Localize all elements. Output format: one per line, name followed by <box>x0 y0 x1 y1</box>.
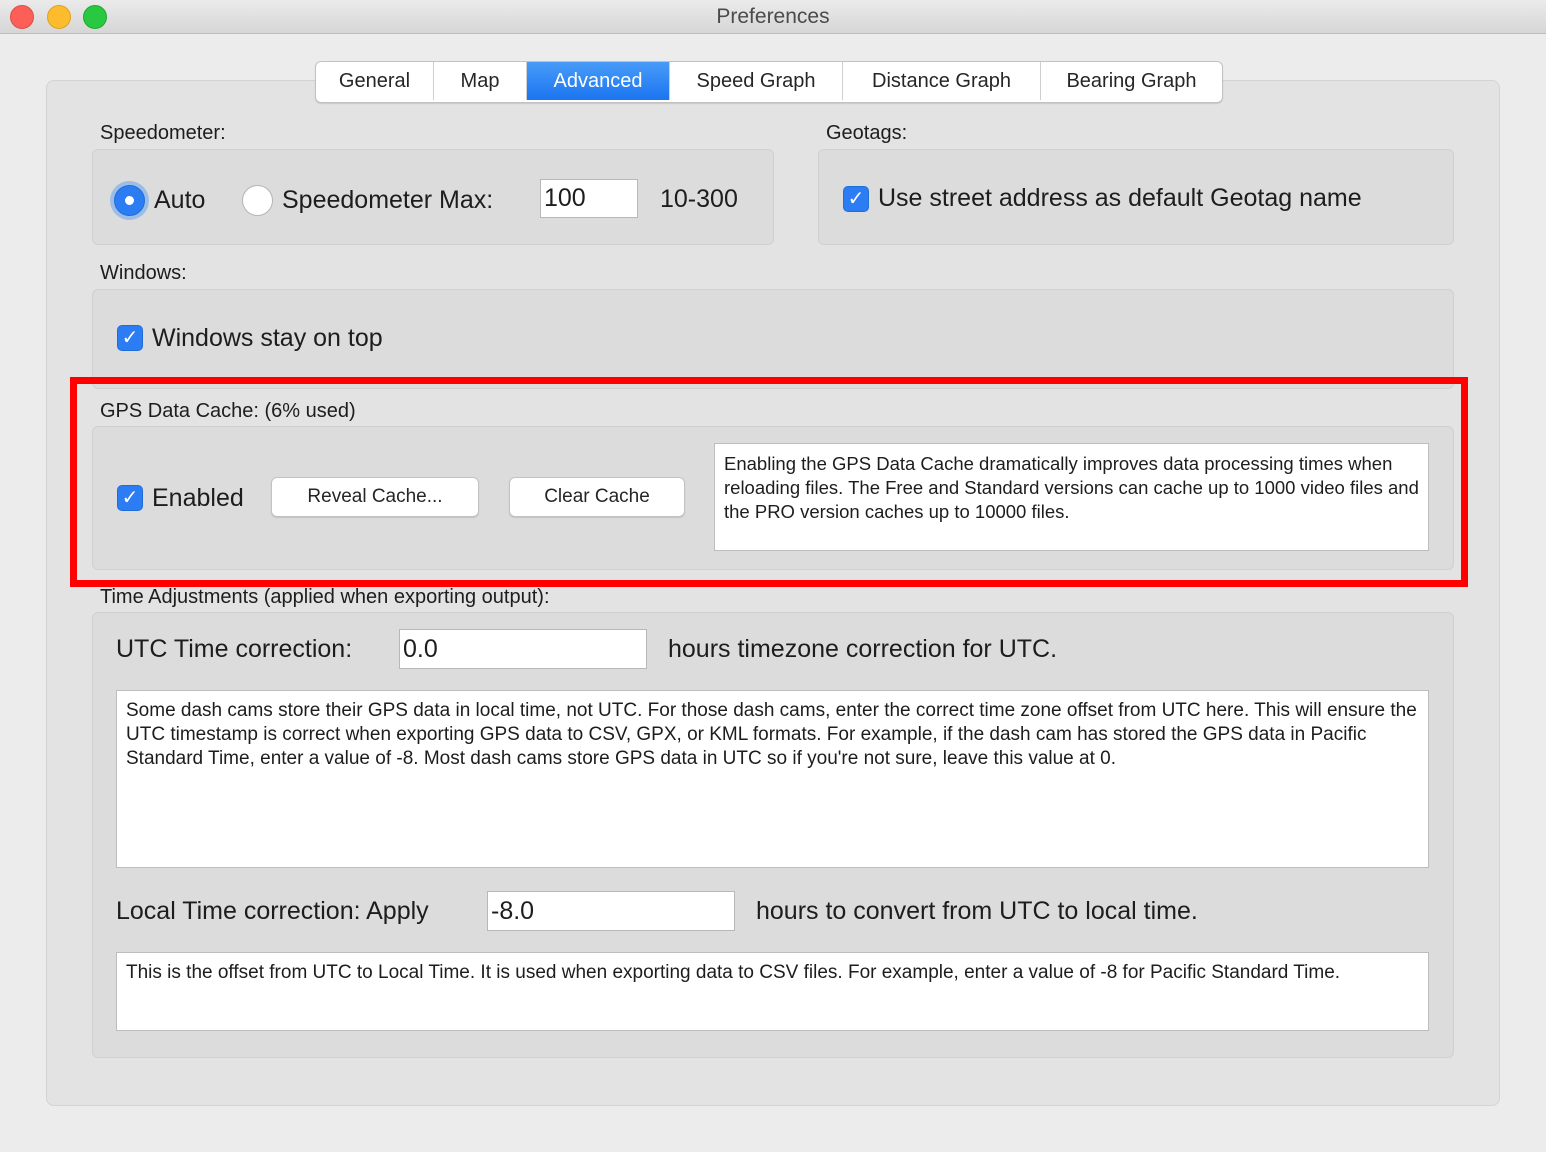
local-correction-label: Local Time correction: Apply <box>116 897 429 925</box>
speedometer-section-label: Speedometer: <box>100 122 226 144</box>
speedometer-max-input[interactable]: 100 <box>540 179 638 218</box>
utc-correction-suffix: hours timezone correction for UTC. <box>668 635 1058 663</box>
stay-on-top-label[interactable]: Windows stay on top <box>152 324 383 353</box>
tab-speed-graph[interactable]: Speed Graph <box>670 62 843 100</box>
tab-general[interactable]: General <box>316 62 434 100</box>
local-correction-input[interactable]: -8.0 <box>487 891 735 931</box>
highlight-box <box>70 377 1468 587</box>
tab-bar: General Map Advanced Speed Graph Distanc… <box>315 61 1223 103</box>
window-title: Preferences <box>716 5 830 28</box>
local-correction-description: This is the offset from UTC to Local Tim… <box>116 952 1429 1031</box>
utc-correction-description: Some dash cams store their GPS data in l… <box>116 690 1429 868</box>
tab-map[interactable]: Map <box>434 62 527 100</box>
auto-radio[interactable] <box>114 185 145 216</box>
tab-distance-graph[interactable]: Distance Graph <box>843 62 1041 100</box>
geotags-section-label: Geotags: <box>826 122 908 144</box>
tab-bearing-graph[interactable]: Bearing Graph <box>1041 62 1222 100</box>
utc-correction-input[interactable]: 0.0 <box>399 629 647 669</box>
auto-radio-label[interactable]: Auto <box>154 186 205 215</box>
speedometer-max-label[interactable]: Speedometer Max: <box>282 186 493 215</box>
stay-on-top-checkbox[interactable]: ✓ <box>117 325 143 351</box>
local-correction-suffix: hours to convert from UTC to local time. <box>756 897 1198 925</box>
windows-section-label: Windows: <box>100 262 187 284</box>
speedometer-range-label: 10-300 <box>660 185 738 213</box>
time-adjustments-section-label: Time Adjustments (applied when exporting… <box>100 586 550 608</box>
title-bar: Preferences <box>0 0 1546 34</box>
tab-advanced[interactable]: Advanced <box>527 62 670 100</box>
street-address-label[interactable]: Use street address as default Geotag nam… <box>878 184 1362 213</box>
speedometer-max-radio[interactable] <box>242 185 273 216</box>
utc-correction-label: UTC Time correction: <box>116 635 353 663</box>
street-address-checkbox[interactable]: ✓ <box>843 186 869 212</box>
